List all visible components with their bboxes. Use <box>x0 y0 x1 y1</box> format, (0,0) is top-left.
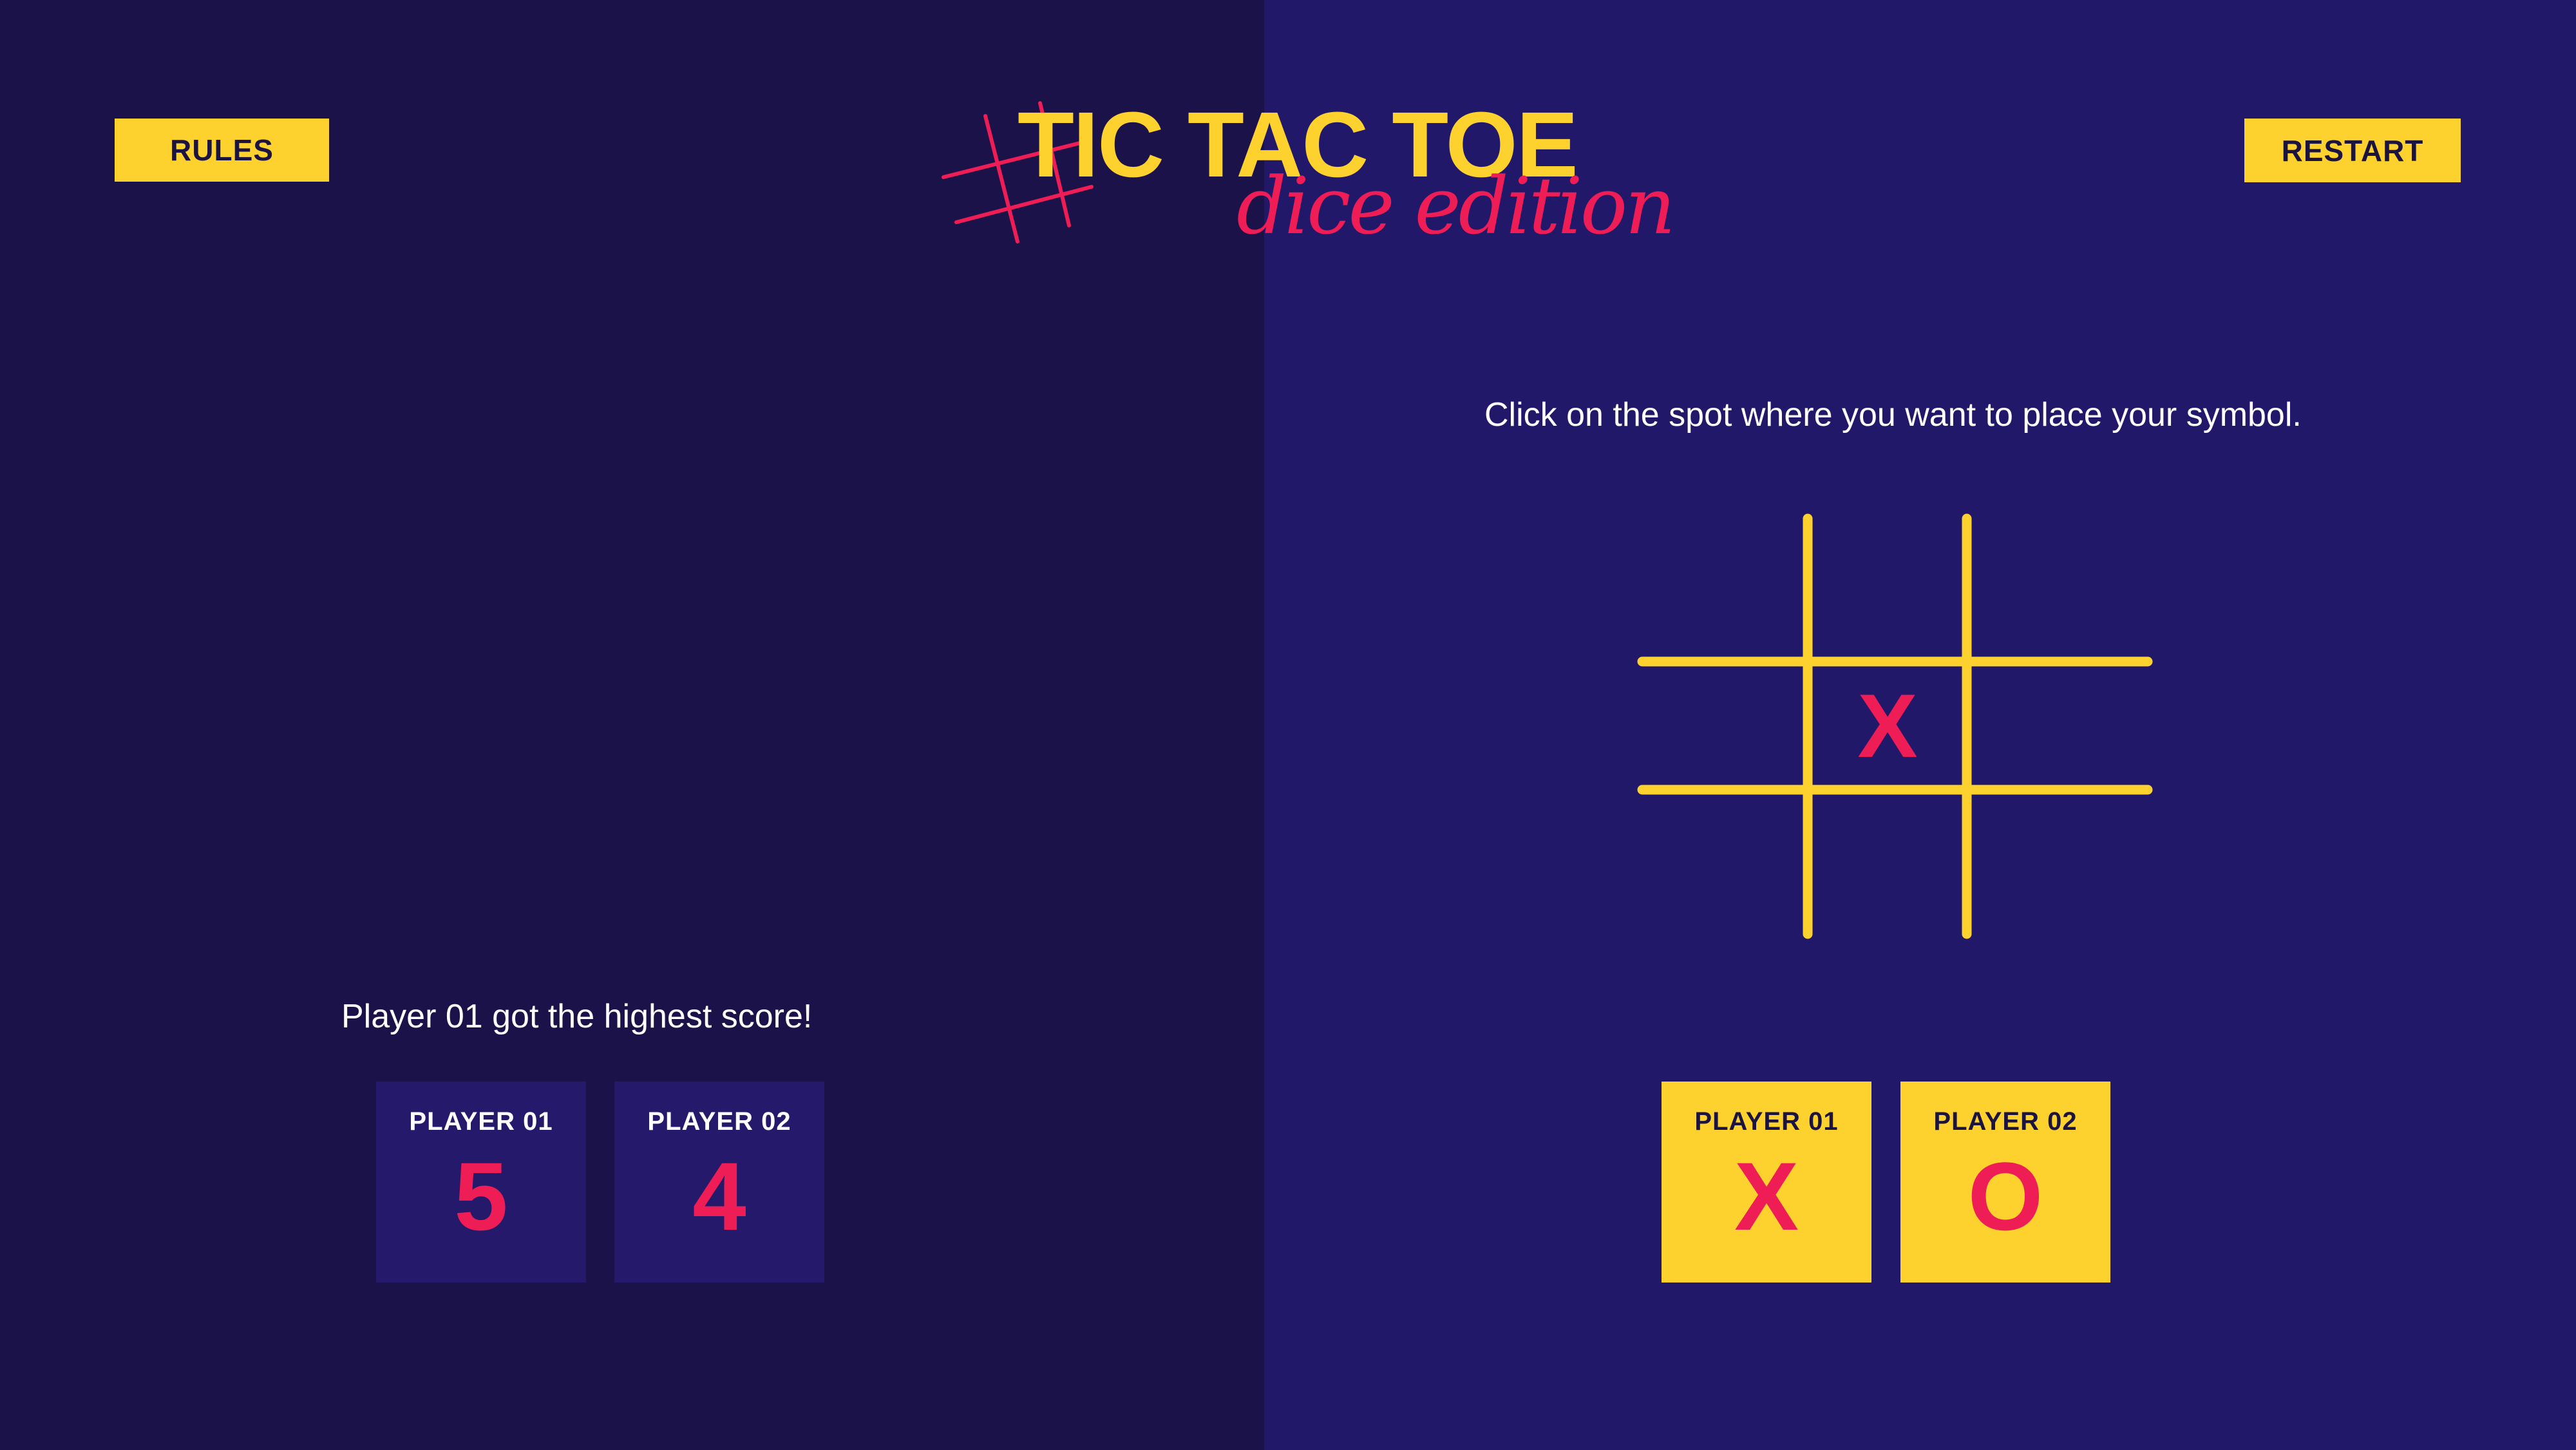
board-cell-4[interactable] <box>1636 667 1803 785</box>
symbol-card-player-01: PLAYER 01 X <box>1662 1082 1871 1283</box>
game-subtitle: dice edition <box>1236 160 1676 252</box>
symbol-card-player-02: PLAYER 02 O <box>1900 1082 2110 1283</box>
player-symbol: O <box>1967 1142 2043 1250</box>
score-card-player-02: PLAYER 02 4 <box>614 1082 824 1283</box>
restart-button[interactable]: RESTART <box>2244 119 2461 182</box>
symbol-card-label: PLAYER 01 <box>1694 1107 1839 1136</box>
player-symbol: X <box>1734 1142 1799 1250</box>
score-card-label: PLAYER 02 <box>647 1107 791 1136</box>
board-cell-8[interactable] <box>1813 795 1962 944</box>
board-cell-6[interactable] <box>1972 667 2157 785</box>
instruction-text: Click on the spot where you want to plac… <box>1484 396 2302 434</box>
score-card-label: PLAYER 01 <box>409 1107 553 1136</box>
score-value: 4 <box>692 1142 746 1250</box>
board-cell-1[interactable] <box>1636 512 1803 657</box>
board-cell-9[interactable] <box>1972 795 2157 944</box>
symbol-card-label: PLAYER 02 <box>1933 1107 2078 1136</box>
score-value: 5 <box>454 1142 508 1250</box>
score-card-player-01: PLAYER 01 5 <box>376 1082 586 1283</box>
result-message: Player 01 got the highest score! <box>341 998 813 1035</box>
rules-button[interactable]: RULES <box>115 119 329 182</box>
board-cell-3[interactable] <box>1972 512 2157 657</box>
game-board[interactable]: X <box>1636 512 2157 944</box>
board-cell-7[interactable] <box>1636 795 1803 944</box>
board-cell-5[interactable]: X <box>1813 667 1962 785</box>
board-cell-2[interactable] <box>1813 512 1962 657</box>
